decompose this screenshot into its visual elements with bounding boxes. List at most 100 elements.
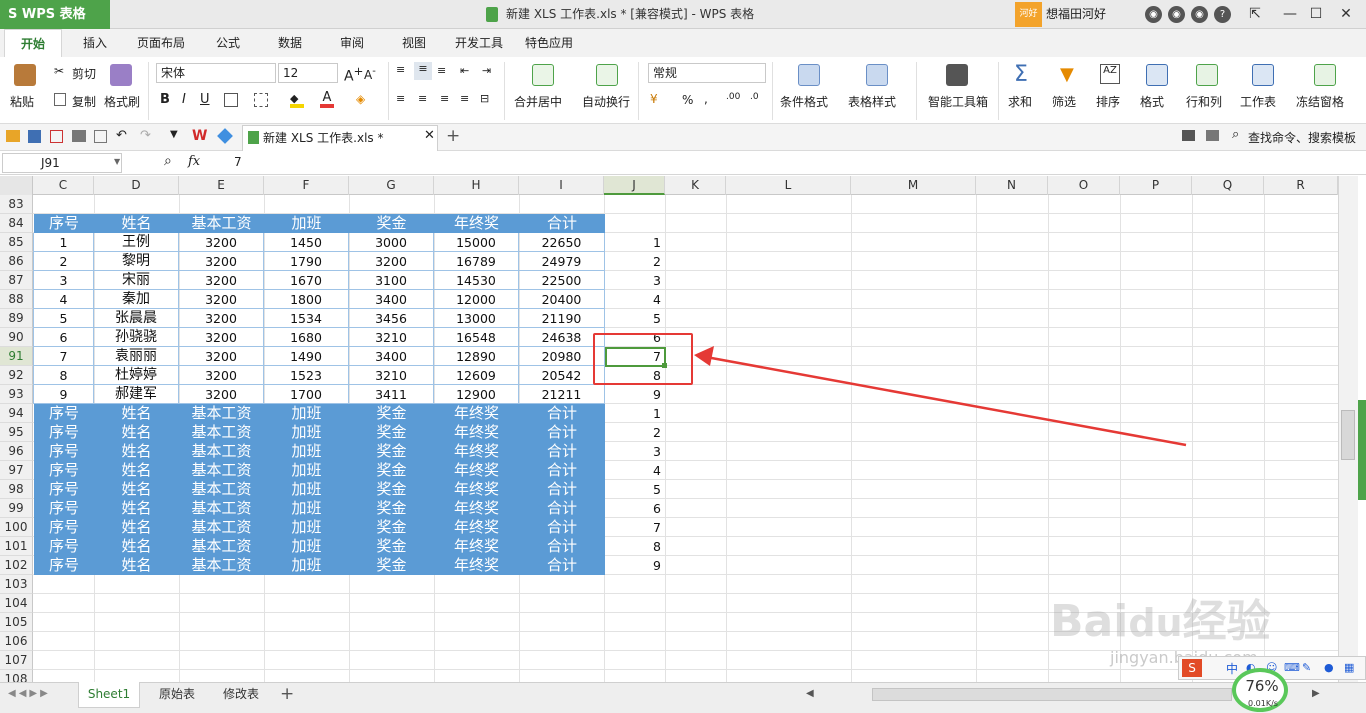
repeated-header-cell[interactable]: 合计 — [519, 556, 605, 575]
close-button[interactable]: ✕ — [1336, 4, 1356, 24]
italic-icon[interactable]: I — [182, 92, 186, 107]
tab-review[interactable]: 审阅 — [330, 29, 374, 57]
table-cell[interactable]: 15000 — [434, 233, 519, 252]
repeated-header-cell[interactable]: 序号 — [34, 537, 94, 556]
bold-icon[interactable]: B — [160, 92, 170, 107]
table-cell[interactable]: 3210 — [349, 328, 434, 347]
table-cell[interactable]: 3200 — [179, 366, 264, 385]
wps-logo-icon[interactable]: W — [192, 128, 207, 144]
repeated-header-cell[interactable]: 基本工资 — [179, 423, 264, 442]
table-cell[interactable]: 5 — [34, 309, 94, 328]
font-size-select[interactable]: 12 — [278, 63, 338, 83]
column-header-selected[interactable]: J — [604, 176, 665, 195]
row-header[interactable]: 98 — [0, 480, 33, 499]
table-cell[interactable]: 3200 — [179, 271, 264, 290]
repeated-header-cell[interactable]: 加班 — [264, 556, 349, 575]
header-cell[interactable]: 合计 — [519, 214, 605, 233]
user-badge[interactable]: 河好 — [1015, 2, 1042, 27]
row-header[interactable]: 88 — [0, 290, 33, 309]
paste-button[interactable]: 粘贴 — [10, 93, 34, 110]
column-header[interactable]: M — [851, 176, 976, 195]
j-value-cell[interactable]: 4 — [605, 290, 665, 309]
name-box-dropdown-icon[interactable]: ▼ — [114, 157, 120, 166]
j-value-cell[interactable]: 7 — [605, 518, 665, 537]
format-painter-button[interactable]: 格式刷 — [104, 93, 140, 110]
table-cell[interactable]: 1800 — [264, 290, 349, 309]
repeated-header-cell[interactable]: 合计 — [519, 537, 605, 556]
row-header[interactable]: 84 — [0, 214, 33, 233]
maximize-button[interactable]: ☐ — [1306, 4, 1326, 24]
table-cell[interactable]: 1523 — [264, 366, 349, 385]
ime-toolbox-icon[interactable]: ▦ — [1344, 661, 1354, 674]
repeated-header-cell[interactable]: 序号 — [34, 556, 94, 575]
repeated-header-cell[interactable]: 合计 — [519, 461, 605, 480]
repeated-header-cell[interactable]: 年终奖 — [434, 461, 519, 480]
repeated-header-cell[interactable]: 合计 — [519, 442, 605, 461]
format-button[interactable]: 格式 — [1140, 93, 1164, 110]
table-cell[interactable]: 3400 — [349, 290, 434, 309]
table-cell[interactable]: 14530 — [434, 271, 519, 290]
header-cell[interactable]: 加班 — [264, 214, 349, 233]
align-left-icon[interactable]: ≡ — [396, 92, 405, 105]
table-cell[interactable]: 12890 — [434, 347, 519, 366]
thousands-icon[interactable]: , — [704, 92, 708, 106]
table-cell[interactable]: 宋丽 — [94, 271, 179, 290]
repeated-header-cell[interactable]: 加班 — [264, 499, 349, 518]
row-header[interactable]: 96 — [0, 442, 33, 461]
new-tab-icon[interactable]: + — [446, 126, 460, 146]
j-value-cell[interactable]: 5 — [605, 309, 665, 328]
repeated-header-cell[interactable]: 姓名 — [94, 518, 179, 537]
sheet-tab-sheet1[interactable]: Sheet1 — [78, 682, 140, 708]
row-header[interactable]: 89 — [0, 309, 33, 328]
freeze-button[interactable]: 冻结窗格 — [1296, 93, 1360, 110]
column-header[interactable]: E — [179, 176, 264, 195]
column-header[interactable]: K — [665, 176, 726, 195]
repeated-header-cell[interactable]: 序号 — [34, 442, 94, 461]
repeated-header-cell[interactable]: 加班 — [264, 404, 349, 423]
repeated-header-cell[interactable]: 奖金 — [349, 499, 434, 518]
j-value-cell[interactable]: 4 — [605, 461, 665, 480]
table-cell[interactable]: 王例 — [94, 233, 179, 252]
j-value-cell[interactable]: 2 — [605, 252, 665, 271]
table-cell[interactable]: 4 — [34, 290, 94, 309]
wps-app-menu-button[interactable]: S WPS 表格 — [0, 0, 110, 29]
repeated-header-cell[interactable]: 序号 — [34, 461, 94, 480]
table-cell[interactable]: 3200 — [179, 309, 264, 328]
repeated-header-cell[interactable]: 年终奖 — [434, 499, 519, 518]
underline-icon[interactable]: U — [200, 92, 210, 107]
row-header[interactable]: 90 — [0, 328, 33, 347]
border-icon[interactable] — [224, 93, 238, 107]
row-header[interactable]: 83 — [0, 195, 33, 214]
table-cell[interactable]: 1670 — [264, 271, 349, 290]
tab-formula[interactable]: 公式 — [206, 29, 250, 57]
table-cell[interactable]: 22500 — [519, 271, 605, 290]
row-header[interactable]: 101 — [0, 537, 33, 556]
horizontal-scroll-thumb[interactable] — [872, 688, 1232, 701]
repeated-header-cell[interactable]: 姓名 — [94, 480, 179, 499]
document-tab[interactable]: 新建 XLS 工作表.xls * — [242, 125, 438, 151]
save-icon[interactable] — [28, 130, 41, 143]
row-header[interactable]: 102 — [0, 556, 33, 575]
table-cell[interactable]: 12900 — [434, 385, 519, 404]
repeated-header-cell[interactable]: 姓名 — [94, 556, 179, 575]
table-cell[interactable]: 12000 — [434, 290, 519, 309]
repeated-header-cell[interactable]: 奖金 — [349, 537, 434, 556]
repeated-header-cell[interactable]: 序号 — [34, 480, 94, 499]
repeated-header-cell[interactable]: 基本工资 — [179, 404, 264, 423]
copy-button[interactable]: 复制 — [72, 93, 96, 110]
filter-button[interactable]: 筛选 — [1052, 93, 1076, 110]
tab-special[interactable]: 特色应用 — [518, 29, 580, 57]
header-cell[interactable]: 序号 — [34, 214, 94, 233]
header-cell[interactable]: 年终奖 — [434, 214, 519, 233]
font-name-select[interactable]: 宋体 — [156, 63, 276, 83]
open-icon[interactable] — [6, 130, 20, 142]
j-value-cell[interactable]: 9 — [605, 385, 665, 404]
align-middle-icon[interactable]: ≡ — [414, 62, 432, 80]
tab-home[interactable]: 开始 — [4, 29, 62, 57]
feedback-icon[interactable]: ◉ — [1191, 6, 1208, 23]
j-value-cell[interactable]: 9 — [605, 556, 665, 575]
column-header[interactable]: H — [434, 176, 519, 195]
sort-button[interactable]: 排序 — [1096, 93, 1120, 110]
search-command-input[interactable]: 查找命令、搜索模板 — [1248, 129, 1356, 146]
align-center-icon[interactable]: ≡ — [418, 92, 427, 105]
